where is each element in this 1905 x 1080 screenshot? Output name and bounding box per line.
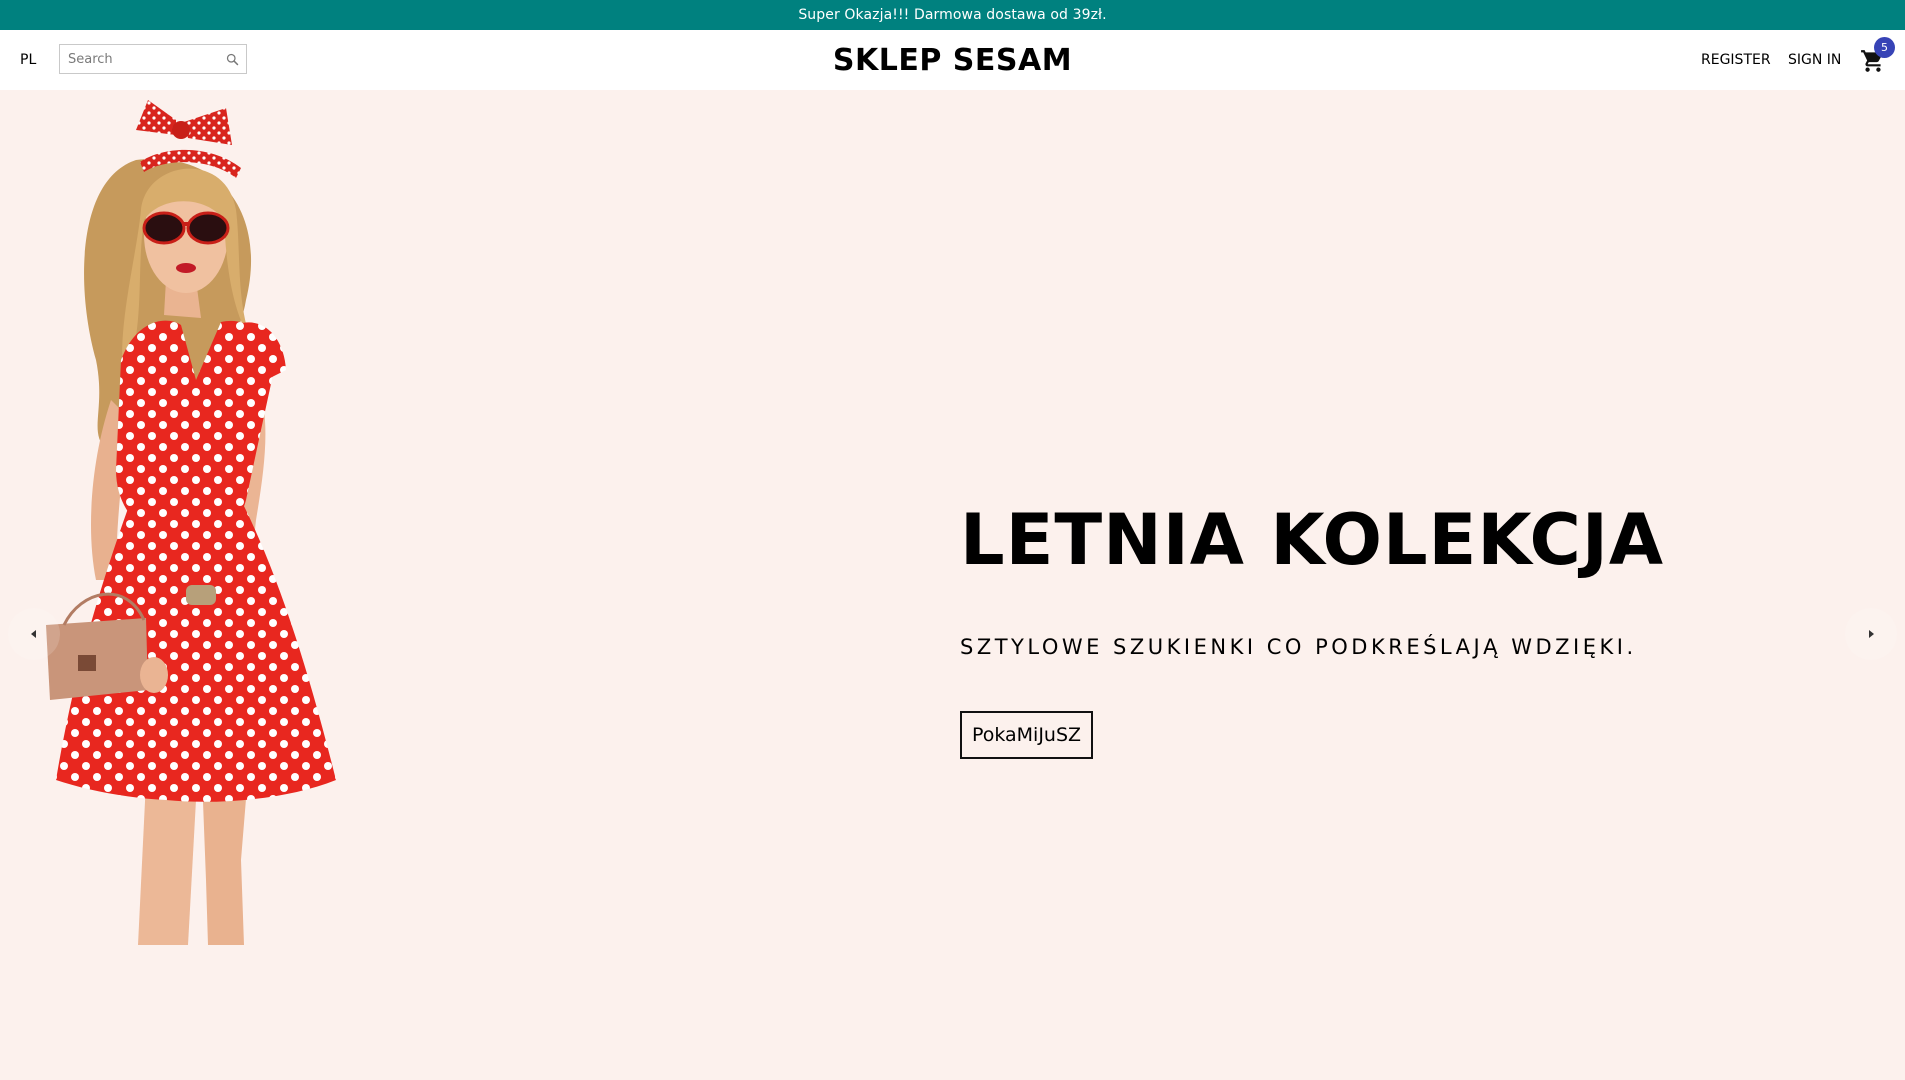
promo-text: Super Okazja!!! Darmowa dostawa od 39zł. — [798, 7, 1107, 23]
site-logo[interactable]: SKLEP SESAM — [833, 43, 1072, 78]
site-logo-wrap: SKLEP SESAM — [0, 30, 1905, 90]
shop-now-button[interactable]: PokaMiJuSZ — [960, 711, 1093, 759]
hero-banner: LETNIA KOLEKCJA SZTYLOWE SZUKIENKI CO PO… — [0, 90, 1905, 1080]
search-icon[interactable] — [225, 52, 240, 67]
search-box — [59, 44, 247, 74]
search-input[interactable] — [60, 45, 246, 73]
promo-bar: Super Okazja!!! Darmowa dostawa od 39zł. — [0, 0, 1905, 30]
model-image — [46, 100, 336, 945]
sign-in-link[interactable]: SIGN IN — [1788, 30, 1841, 90]
hero-subtitle: SZTYLOWE SZUKIENKI CO PODKREŚLAJĄ WDZIĘK… — [960, 635, 1637, 659]
chevron-left-icon — [31, 630, 36, 638]
register-link[interactable]: REGISTER — [1701, 30, 1771, 90]
site-header: PL SKLEP SESAM REGISTER SIGN IN 5 — [0, 30, 1905, 90]
carousel-prev-button[interactable] — [8, 608, 60, 660]
cart-count-badge: 5 — [1874, 37, 1895, 58]
language-selector[interactable]: PL — [20, 30, 36, 90]
carousel-next-button[interactable] — [1845, 608, 1897, 660]
hero-title: LETNIA KOLEKCJA — [960, 499, 1665, 581]
chevron-right-icon — [1869, 630, 1874, 638]
